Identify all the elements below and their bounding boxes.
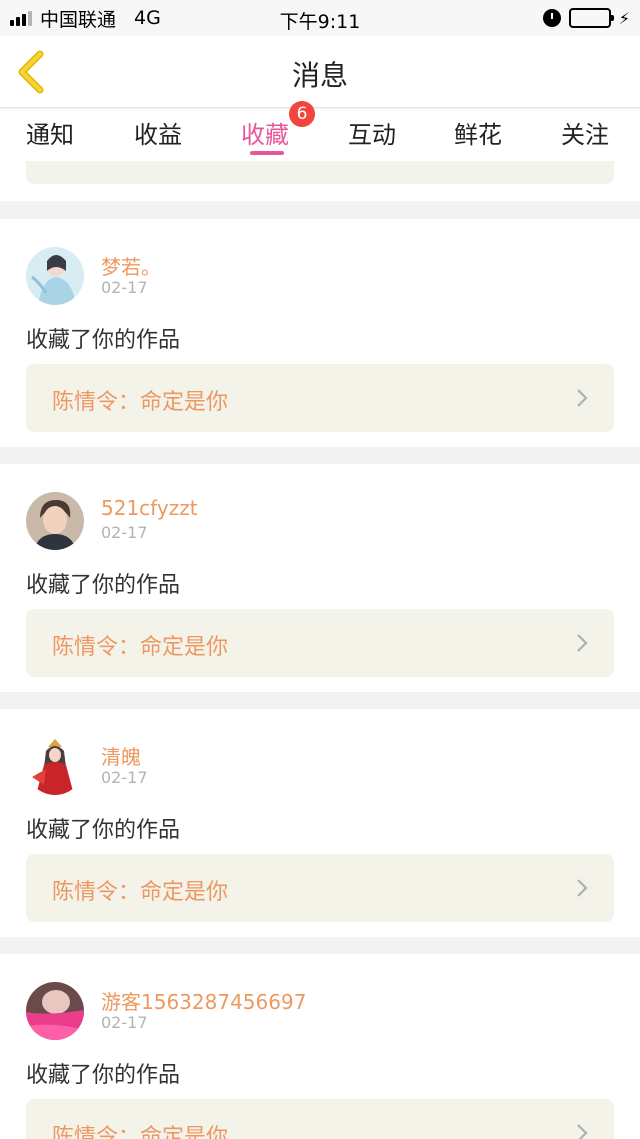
work-link[interactable]: 陈情令：命定是你 <box>26 1099 614 1139</box>
battery-icon <box>568 8 614 28</box>
active-tab-indicator <box>250 151 284 155</box>
avatar[interactable] <box>26 982 84 1040</box>
favorites-count-badge: 6 <box>289 101 315 127</box>
avatar[interactable] <box>26 247 84 305</box>
work-link[interactable]: 陈情令：命定是你 <box>26 609 614 677</box>
list-item: 清魄 02-17 收藏了你的作品 陈情令：命定是你 <box>0 709 640 937</box>
nav-bar: 消息 <box>0 36 640 108</box>
work-title: 陈情令：命定是你 <box>52 390 229 415</box>
work-link[interactable]: 陈情令：命定是你 <box>26 364 614 432</box>
status-bar: 中国联通 4G 下午9:11 ⚡ <box>0 0 640 36</box>
tab-interactions[interactable]: 互动 <box>348 115 396 150</box>
chevron-right-icon <box>577 389 588 407</box>
list-item-partial <box>0 161 640 201</box>
tab-flowers[interactable]: 鲜花 <box>454 115 502 150</box>
action-text: 收藏了你的作品 <box>26 573 181 598</box>
chevron-right-icon <box>577 634 588 652</box>
action-text: 收藏了你的作品 <box>26 818 181 843</box>
list-item: 梦若。 02-17 收藏了你的作品 陈情令：命定是你 <box>0 219 640 447</box>
action-text: 收藏了你的作品 <box>26 1063 181 1088</box>
chevron-right-icon <box>577 879 588 897</box>
action-text: 收藏了你的作品 <box>26 328 181 353</box>
tab-follows[interactable]: 关注 <box>561 115 609 150</box>
list-item: 游客1563287456697 02-17 收藏了你的作品 陈情令：命定是你 <box>0 954 640 1139</box>
avatar[interactable] <box>26 737 84 795</box>
date: 02-17 <box>101 768 148 787</box>
page-title: 消息 <box>291 59 348 92</box>
username[interactable]: 梦若。 <box>101 251 161 280</box>
chevron-right-icon <box>577 1124 588 1139</box>
avatar[interactable] <box>26 492 84 550</box>
charging-icon: ⚡ <box>618 8 630 28</box>
date: 02-17 <box>101 278 148 297</box>
work-title: 陈情令：命定是你 <box>52 1125 229 1139</box>
date: 02-17 <box>101 1013 148 1032</box>
tab-notifications[interactable]: 通知 <box>26 115 74 150</box>
work-link-partial[interactable] <box>26 161 614 184</box>
work-link[interactable]: 陈情令：命定是你 <box>26 854 614 922</box>
username[interactable]: 游客1563287456697 <box>101 986 306 1015</box>
work-title: 陈情令：命定是你 <box>52 635 229 660</box>
username[interactable]: 清魄 <box>101 741 141 770</box>
alarm-icon <box>542 9 561 27</box>
tab-bar: 通知 收益 收藏 6 互动 鲜花 关注 <box>0 101 640 161</box>
username[interactable]: 521cfyzzt <box>101 496 198 520</box>
list-item: 521cfyzzt 02-17 收藏了你的作品 陈情令：命定是你 <box>0 464 640 692</box>
date: 02-17 <box>101 523 148 542</box>
work-title: 陈情令：命定是你 <box>52 880 229 905</box>
tab-earnings[interactable]: 收益 <box>134 115 182 150</box>
tab-favorites[interactable]: 收藏 <box>241 115 289 150</box>
